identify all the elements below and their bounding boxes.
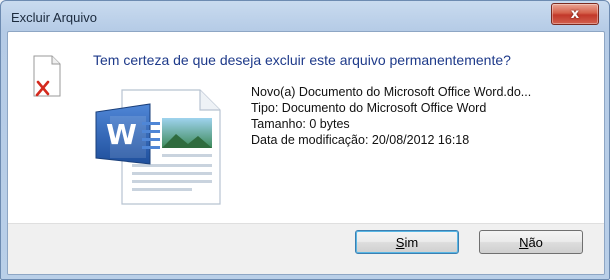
yes-button[interactable]: Sim bbox=[355, 230, 459, 254]
word-document-icon: W bbox=[95, 89, 221, 205]
yes-button-label: im bbox=[404, 234, 419, 250]
svg-text:W: W bbox=[106, 118, 137, 151]
delete-file-icon bbox=[33, 55, 61, 97]
dialog-window: Excluir Arquivo x Tem certeza de que des… bbox=[0, 0, 610, 280]
file-info: Novo(a) Documento do Microsoft Office Wo… bbox=[251, 84, 531, 148]
file-size: Tamanho: 0 bytes bbox=[251, 117, 350, 131]
title-bar[interactable]: Excluir Arquivo x bbox=[1, 1, 609, 31]
window-title: Excluir Arquivo bbox=[11, 10, 97, 25]
file-type: Tipo: Documento do Microsoft Office Word bbox=[251, 101, 487, 115]
file-name: Novo(a) Documento do Microsoft Office Wo… bbox=[251, 85, 532, 99]
close-icon: x bbox=[570, 6, 580, 22]
dialog-body: Tem certeza de que deseja excluir este a… bbox=[7, 31, 605, 275]
close-button[interactable]: x bbox=[551, 3, 599, 25]
confirm-question: Tem certeza de que deseja excluir este a… bbox=[93, 52, 511, 68]
no-button[interactable]: Não bbox=[479, 230, 583, 254]
yes-button-mnemonic: S bbox=[395, 234, 405, 250]
no-button-label: ão bbox=[528, 234, 543, 250]
file-modified: Data de modificação: 20/08/2012 16:18 bbox=[251, 133, 470, 147]
no-button-mnemonic: N bbox=[519, 234, 529, 250]
